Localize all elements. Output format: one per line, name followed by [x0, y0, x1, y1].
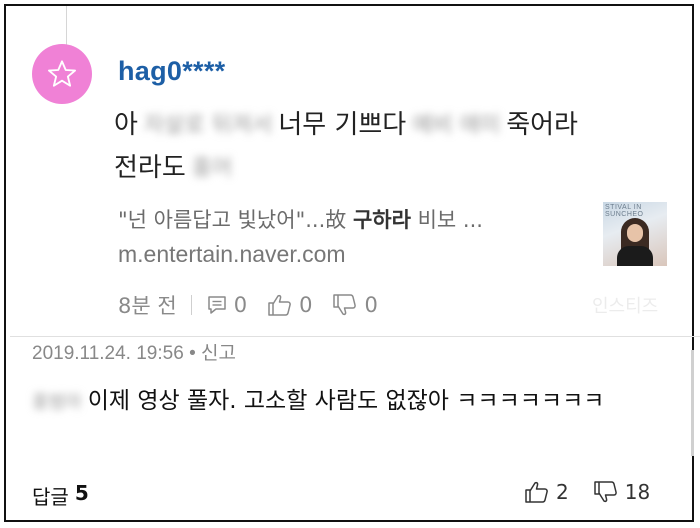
reply-text: 전라도	[114, 153, 186, 183]
blurred-text: 홍어	[191, 155, 233, 181]
comment-meta: 2019.11.24. 19:56 • 신고	[32, 343, 236, 364]
divider	[10, 336, 700, 337]
preview-title-text: "넌 아름답고 빛났어"...故	[118, 208, 353, 232]
reply-card: hag0**** 아 자살로 뒤져서 너무 기쁘다 예비 애미 죽어라 전라도 …	[14, 6, 686, 336]
dislike-count: 18	[624, 480, 651, 504]
link-preview-title[interactable]: "넌 아름답고 빛났어"...故 구하라 비보 ...	[118, 204, 483, 234]
reply-button[interactable]: 0	[206, 293, 247, 317]
thumbs-up-icon	[525, 481, 548, 503]
thumbnail-caption: STIVAL IN SUNCHEO	[605, 204, 644, 218]
replies-toggle[interactable]: 답글 5	[32, 481, 89, 510]
reply-text-line-2: 전라도 홍어	[114, 147, 238, 184]
blurred-text: 예비 애미	[412, 112, 501, 138]
thumbs-up-icon	[268, 294, 291, 316]
thumbs-down-icon	[333, 294, 357, 316]
reply-count: 0	[233, 293, 248, 317]
like-count: 0	[299, 293, 313, 317]
username[interactable]: hag0****	[118, 56, 225, 87]
star-icon	[48, 60, 76, 87]
reply-meta: 8분 전 0 0 0	[118, 290, 398, 320]
reply-text: 죽어라	[506, 110, 578, 140]
comment-icon	[207, 296, 226, 314]
comment-reactions: 2 18	[524, 480, 650, 504]
blurred-author: 홍범아	[32, 392, 82, 413]
reply-text-line-1: 아 자살로 뒤져서 너무 기쁘다 예비 애미 죽어라	[114, 104, 578, 141]
reply-text: 아	[114, 110, 138, 140]
replies-count: 5	[74, 481, 89, 505]
like-count: 2	[556, 480, 569, 504]
dislike-count: 0	[364, 293, 378, 317]
reply-text: 너무 기쁘다	[278, 110, 407, 140]
comment-body: 홍범아 이제 영상 풀자. 고소할 사람도 없잖아 ㅋㅋㅋㅋㅋㅋㅋ	[32, 382, 682, 422]
divider	[190, 295, 192, 315]
avatar[interactable]	[32, 44, 92, 104]
timestamp: 8분 전	[118, 294, 177, 318]
screenshot-frame: hag0**** 아 자살로 뒤져서 너무 기쁘다 예비 애미 죽어라 전라도 …	[4, 4, 700, 522]
like-button[interactable]: 2	[524, 480, 569, 504]
dislike-button[interactable]: 18	[593, 480, 650, 504]
link-preview-url[interactable]: m.entertain.naver.com	[118, 241, 346, 268]
thread-line	[66, 6, 67, 46]
preview-title-bold: 구하라	[352, 208, 411, 232]
thumbs-down-icon	[593, 481, 617, 503]
link-preview-thumbnail[interactable]: STIVAL IN SUNCHEO	[603, 202, 667, 266]
comment-text: 이제 영상 풀자. 고소할 사람도 없잖아 ㅋㅋㅋㅋㅋㅋㅋ	[87, 388, 605, 414]
replies-label: 답글	[32, 485, 69, 509]
preview-title-text: 비보 ...	[410, 208, 483, 232]
blurred-text: 자살로 뒤져서	[143, 112, 273, 138]
scrollbar[interactable]	[691, 350, 694, 456]
dislike-button[interactable]: 0	[332, 293, 378, 317]
like-button[interactable]: 0	[267, 293, 312, 317]
watermark: 인스티즈	[592, 296, 659, 317]
